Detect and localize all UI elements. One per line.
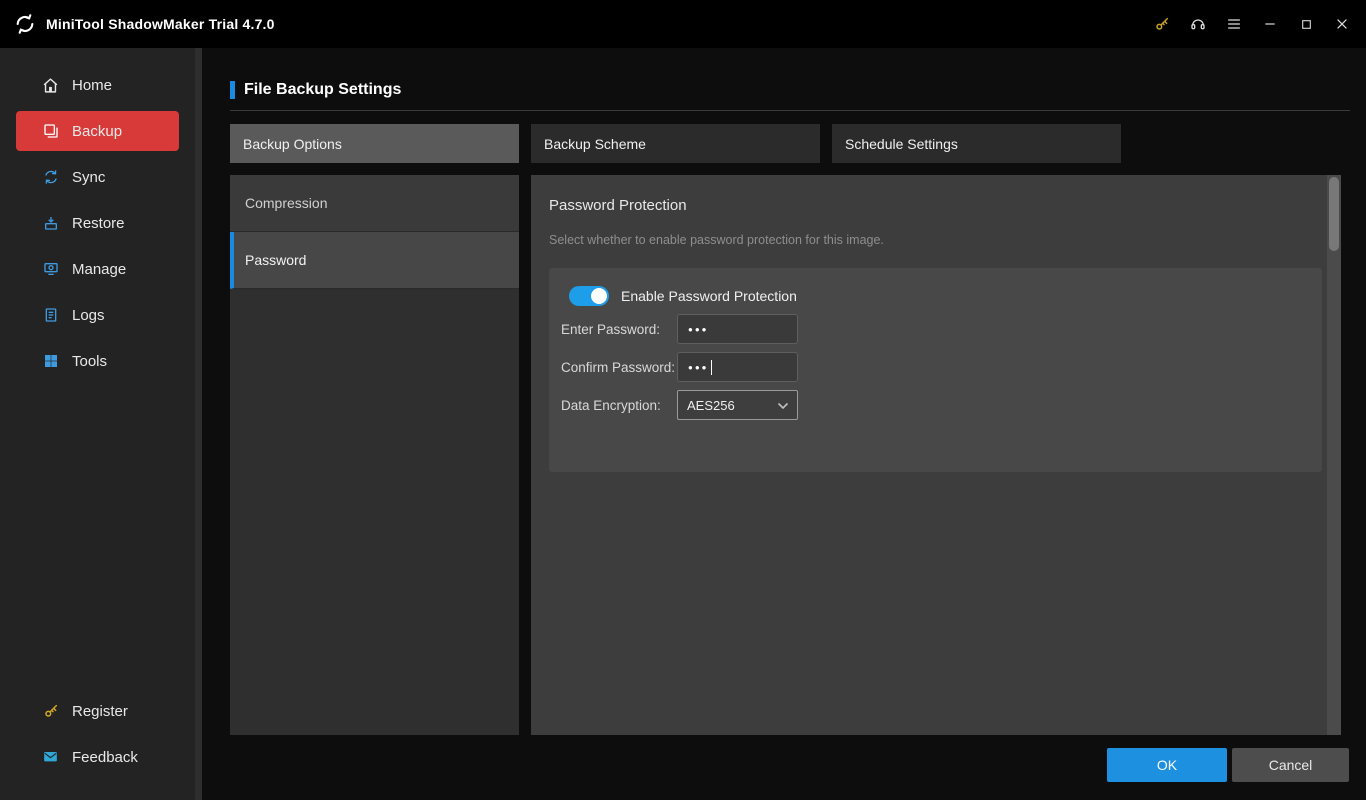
sidebar-item-backup[interactable]: Backup	[16, 111, 179, 151]
toggle-label: Enable Password Protection	[621, 288, 797, 304]
password-dots: ●●●	[688, 363, 709, 372]
home-icon	[42, 77, 59, 94]
confirm-password-input[interactable]: ●●●	[677, 352, 798, 382]
panel-description: Select whether to enable password protec…	[549, 233, 884, 247]
register-key-icon	[42, 703, 59, 720]
feedback-envelope-icon	[42, 749, 59, 766]
manage-icon	[42, 261, 59, 278]
sidebar-item-home[interactable]: Home	[0, 62, 195, 108]
sync-icon	[42, 169, 59, 186]
sidebar-item-feedback[interactable]: Feedback	[0, 734, 195, 780]
sidebar-label: Backup	[72, 123, 122, 140]
panel-title: Password Protection	[549, 197, 687, 214]
restore-icon	[42, 215, 59, 232]
sidebar-label: Restore	[72, 215, 125, 232]
logs-icon	[42, 307, 59, 324]
sidebar-item-logs[interactable]: Logs	[0, 292, 195, 338]
tab-schedule-settings[interactable]: Schedule Settings	[832, 124, 1121, 163]
license-key-icon[interactable]	[1144, 0, 1180, 48]
sidebar-item-sync[interactable]: Sync	[0, 154, 195, 200]
enter-password-label: Enter Password:	[549, 322, 677, 337]
subnav-item-compression[interactable]: Compression	[230, 175, 519, 232]
title-accent-bar	[230, 81, 235, 99]
app-title: MiniTool ShadowMaker Trial 4.7.0	[46, 16, 275, 32]
sidebar-label: Sync	[72, 169, 105, 186]
password-settings-box: Enable Password Protection Enter Passwor…	[549, 268, 1322, 472]
backup-icon	[42, 123, 59, 140]
menu-icon[interactable]	[1216, 0, 1252, 48]
confirm-password-label: Confirm Password:	[549, 360, 677, 375]
cancel-button[interactable]: Cancel	[1232, 748, 1349, 782]
data-encryption-select[interactable]: AES256	[677, 390, 798, 420]
options-subnav: Compression Password	[230, 175, 519, 735]
sidebar-item-restore[interactable]: Restore	[0, 200, 195, 246]
minimize-button[interactable]	[1252, 0, 1288, 48]
confirm-password-row: Confirm Password: ●●●	[549, 352, 798, 382]
support-headset-icon[interactable]	[1180, 0, 1216, 48]
sidebar: Home Backup Sync	[0, 48, 202, 800]
app-logo-icon	[12, 11, 38, 37]
page-title: File Backup Settings	[244, 81, 401, 99]
enter-password-row: Enter Password: ●●●	[549, 314, 798, 344]
close-button[interactable]	[1324, 0, 1360, 48]
text-caret	[711, 360, 712, 375]
sidebar-label: Home	[72, 77, 112, 94]
ok-button[interactable]: OK	[1107, 748, 1227, 782]
header-separator	[230, 110, 1350, 111]
sidebar-item-register[interactable]: Register	[0, 688, 195, 734]
app-window: MiniTool ShadowMaker Trial 4.7.0	[0, 0, 1366, 800]
data-encryption-label: Data Encryption:	[549, 398, 677, 413]
scrollbar-thumb[interactable]	[1329, 177, 1339, 251]
sidebar-label: Logs	[72, 307, 105, 324]
sidebar-edge	[195, 48, 202, 800]
maximize-button[interactable]	[1288, 0, 1324, 48]
page-header: File Backup Settings	[230, 81, 401, 99]
tab-backup-options[interactable]: Backup Options	[230, 124, 519, 163]
tab-backup-scheme[interactable]: Backup Scheme	[531, 124, 820, 163]
sidebar-label: Feedback	[72, 749, 138, 766]
titlebar: MiniTool ShadowMaker Trial 4.7.0	[0, 0, 1366, 48]
main-content: File Backup Settings Backup Options Back…	[202, 48, 1366, 800]
toggle-knob	[591, 288, 607, 304]
panel-scrollbar[interactable]	[1327, 175, 1341, 735]
chevron-down-icon	[777, 398, 789, 413]
sidebar-label: Manage	[72, 261, 126, 278]
data-encryption-row: Data Encryption: AES256	[549, 390, 798, 420]
tools-icon	[42, 353, 59, 370]
sidebar-label: Tools	[72, 353, 107, 370]
subnav-item-password[interactable]: Password	[230, 232, 519, 289]
selected-encryption-value: AES256	[687, 398, 735, 413]
password-dots: ●●●	[688, 325, 709, 334]
sidebar-label: Register	[72, 703, 128, 720]
sidebar-item-manage[interactable]: Manage	[0, 246, 195, 292]
sidebar-item-tools[interactable]: Tools	[0, 338, 195, 384]
enter-password-input[interactable]: ●●●	[677, 314, 798, 344]
enable-password-toggle[interactable]	[569, 286, 609, 306]
password-protection-panel: Password Protection Select whether to en…	[531, 175, 1327, 735]
